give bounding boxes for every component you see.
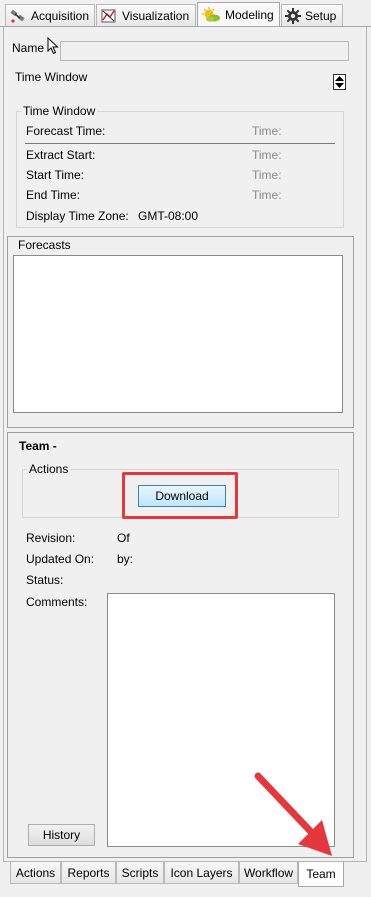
comments-label: Comments: [26, 595, 88, 609]
divider [25, 143, 335, 144]
tab-team[interactable]: Team [298, 862, 344, 887]
team-title: Team - [19, 439, 57, 453]
start-time-value: Time: [252, 168, 282, 182]
revision-value: Of [117, 531, 130, 545]
history-button[interactable]: History [28, 824, 95, 846]
tab-setup-label: Setup [305, 8, 337, 23]
tab-visualization[interactable]: Visualization [96, 4, 196, 26]
status-label: Status: [26, 573, 64, 587]
tab-reports[interactable]: Reports [61, 862, 116, 884]
tab-acquisition[interactable]: Acquisition [5, 4, 95, 26]
forecasts-list[interactable] [13, 255, 343, 413]
start-time-label: Start Time: [26, 168, 85, 182]
satellite-icon [10, 9, 25, 23]
top-tab-bar: Acquisition Visualization Modeling Setup [0, 0, 371, 27]
updated-by-label: by: [117, 552, 134, 566]
time-window-title: Time Window [15, 70, 88, 84]
tab-modeling-label: Modeling [225, 8, 274, 22]
end-time-value: Time: [252, 188, 282, 202]
end-time-label: End Time: [26, 188, 81, 202]
tab-visualization-label: Visualization [122, 8, 190, 23]
actions-legend: Actions [29, 462, 69, 476]
chart-icon [101, 9, 116, 22]
updated-on-label: Updated On: [26, 552, 95, 566]
download-button[interactable]: Download [138, 485, 226, 507]
forecasts-legend: Forecasts [17, 238, 72, 252]
display-time-zone-label: Display Time Zone: [26, 209, 129, 223]
display-time-zone-value: GMT-08:00 [138, 209, 199, 223]
collapse-toggle-button[interactable] [333, 74, 346, 90]
forecast-time-label: Forecast Time: [26, 124, 106, 138]
tab-acquisition-label: Acquisition [31, 8, 90, 23]
name-input[interactable] [60, 41, 349, 61]
extract-start-label: Extract Start: [26, 148, 96, 162]
gear-icon [285, 7, 301, 24]
time-window-legend: Time Window [23, 104, 96, 118]
tab-setup[interactable]: Setup [281, 4, 343, 26]
tab-actions[interactable]: Actions [10, 862, 61, 884]
tab-scripts[interactable]: Scripts [116, 862, 164, 884]
name-label: Name [12, 41, 45, 55]
tab-modeling[interactable]: Modeling [197, 2, 280, 27]
revision-label: Revision: [26, 531, 76, 545]
forecast-time-value: Time: [252, 124, 282, 138]
annotation-arrow-icon [254, 772, 332, 856]
tab-icon-layers[interactable]: Icon Layers [164, 862, 239, 884]
tab-workflow[interactable]: Workflow [239, 862, 298, 884]
collapse-arrows-icon [335, 76, 344, 88]
extract-start-value: Time: [252, 148, 282, 162]
sun-cloud-icon [202, 7, 220, 22]
mouse-cursor-icon [47, 37, 59, 55]
